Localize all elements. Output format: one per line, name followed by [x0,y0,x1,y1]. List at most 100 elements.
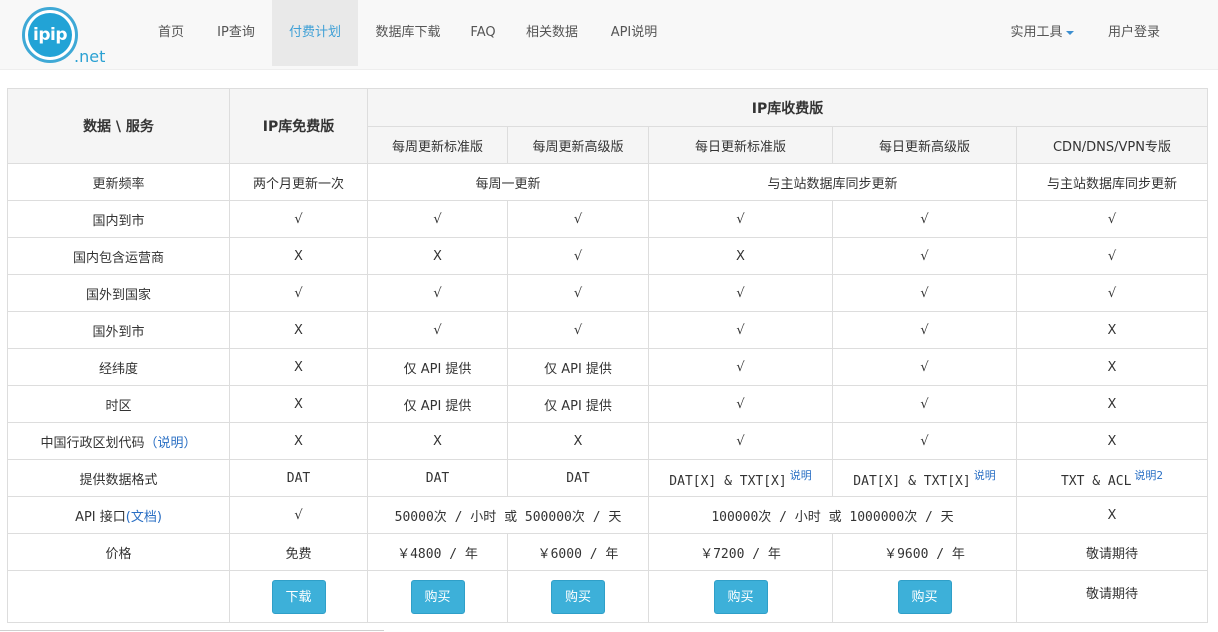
table-cell: X [367,422,508,460]
nav-ip-query[interactable]: IP查询 [203,0,269,66]
action-cell: 购买 [507,570,649,623]
table-row: 国外到市 X √ √ √ √ X [7,311,1209,349]
table-cell: DAT[X] & TXT[X] 说明 [832,459,1017,497]
table-cell: √ [367,274,508,312]
table-cell: √ [832,274,1017,312]
nav-db-download[interactable]: 数据库下载 [362,0,454,66]
header-corner: 数据 \ 服务 [7,88,230,164]
row-label: 时区 [7,385,230,423]
action-cell: 下载 [229,570,368,623]
table-cell: √ [507,237,649,275]
table-cell: 仅 API 提供 [367,348,508,386]
logo-text: ipip [28,13,72,57]
cell-daily-api: 100000次 / 小时 或 1000000次 / 天 [648,496,1017,534]
ipip-logo[interactable]: ipip [22,7,78,63]
table-cell: √ [229,200,368,238]
buy-weekly-standard-button[interactable]: 购买 [410,579,465,614]
table-cell: √ [507,274,649,312]
table-cell: √ [507,311,649,349]
table-cell: DAT[X] & TXT[X] 说明 [648,459,833,497]
table-cell: √ [229,274,368,312]
table-cell: 仅 API 提供 [507,385,649,423]
api-docs-link[interactable]: (文档) [126,510,162,525]
table-cell: √ [832,422,1017,460]
table-cell: √ [1015,237,1209,275]
table-cell: X [1015,385,1209,423]
table-cell: √ [648,422,833,460]
table-row: 国外到国家 √ √ √ √ √ √ [7,274,1209,312]
table-cell: X [1015,311,1209,349]
price-daily-premium: ￥9600 / 年 [832,533,1017,571]
table-cell: X [229,422,368,460]
price-free: 免费 [229,533,368,571]
header-daily-standard: 每日更新标准版 [648,126,833,164]
logo-suffix: .net [74,47,106,66]
table-cell: √ [648,311,833,349]
login-link[interactable]: 用户登录 [1094,0,1174,66]
cdn-coming-soon: 敬请期待 [1015,570,1209,623]
row-label: 提供数据格式 [7,459,230,497]
table-row-api: API 接口(文档) √ 50000次 / 小时 或 500000次 / 天 1… [7,496,1209,534]
table-cell: X [229,348,368,386]
table-cell: √ [832,311,1017,349]
table-cell: X [229,311,368,349]
buy-daily-premium-button[interactable]: 购买 [897,579,952,614]
plans-comparison-table: 数据 \ 服务 IP库免费版 IP库收费版 每周更新标准版 每周更新高级版 每日… [7,88,1209,623]
row-label: 国外到市 [7,311,230,349]
row-label: 国内包含运营商 [7,237,230,275]
format-text: TXT & ACL [1060,474,1132,489]
table-cell: √ [648,274,833,312]
table-cell: X [367,237,508,275]
format-note-link[interactable]: 说明 [790,469,812,482]
table-row-data-format: 提供数据格式 DAT DAT DAT DAT[X] & TXT[X] 说明 DAT… [7,459,1209,497]
table-cell: DAT [367,459,508,497]
table-cell: √ [648,385,833,423]
nav-home[interactable]: 首页 [143,0,199,66]
nav-related-data[interactable]: 相关数据 [512,0,592,66]
table-cell: DAT [507,459,649,497]
table-cell: √ [832,385,1017,423]
cell-daily: 与主站数据库同步更新 [648,163,1017,201]
header-cdn-plan: CDN/DNS/VPN专版 [1015,126,1209,164]
row-label: 中国行政区划代码（说明） [7,422,230,460]
table-cell: √ [1015,200,1209,238]
nav-paid-plans[interactable]: 付费计划 [272,0,358,66]
table-cell: X [229,237,368,275]
action-cell: 购买 [832,570,1017,623]
table-cell: √ [648,348,833,386]
empty-cell [7,570,230,623]
table-cell: X [648,237,833,275]
nav-api-docs[interactable]: API说明 [598,0,670,66]
tools-dropdown[interactable]: 实用工具 [1000,0,1084,66]
format-note-link[interactable]: 说明 [974,469,996,482]
table-row: 国内包含运营商 X X √ X √ √ [7,237,1209,275]
table-cell: √ [367,311,508,349]
cell-free: 两个月更新一次 [229,163,368,201]
buy-daily-standard-button[interactable]: 购买 [713,579,768,614]
table-cell: DAT [229,459,368,497]
cell-weekly-api: 50000次 / 小时 或 500000次 / 天 [367,496,649,534]
tools-label: 实用工具 [1010,25,1063,40]
table-row-price: 价格 免费 ￥4800 / 年 ￥6000 / 年 ￥7200 / 年 ￥960… [7,533,1209,571]
price-cdn: 敬请期待 [1015,533,1209,571]
nav-faq[interactable]: FAQ [460,0,506,66]
chevron-down-icon [1065,30,1074,35]
top-navbar: ipip .net 首页 IP查询 付费计划 数据库下载 FAQ 相关数据 AP… [0,0,1218,70]
table-cell: 仅 API 提供 [367,385,508,423]
table-cell: √ [832,237,1017,275]
table-cell: X [1015,422,1209,460]
download-button[interactable]: 下载 [271,579,326,614]
table-row: 经纬度 X 仅 API 提供 仅 API 提供 √ √ X [7,348,1209,386]
table-cell: √ [367,200,508,238]
buy-weekly-premium-button[interactable]: 购买 [551,579,605,614]
format-note-link[interactable]: 说明2 [1134,469,1163,482]
region-explain-link[interactable]: （说明） [145,436,197,451]
table-cell: √ [832,200,1017,238]
table-cell: √ [229,496,368,534]
table-row-update-frequency: 更新频率 两个月更新一次 每周一更新 与主站数据库同步更新 与主站数据库同步更新 [7,163,1209,201]
table-row: 国内到市 √ √ √ √ √ √ [7,200,1209,238]
row-label: 价格 [7,533,230,571]
action-cell: 购买 [367,570,508,623]
header-free-plan: IP库免费版 [229,88,368,164]
table-cell: X [1015,348,1209,386]
